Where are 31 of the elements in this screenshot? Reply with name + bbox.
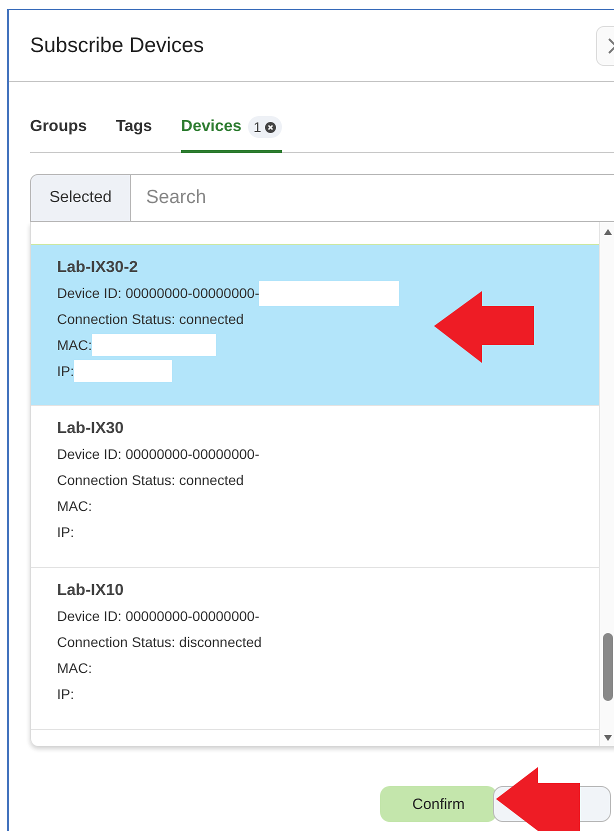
scroll-down-icon[interactable]	[603, 734, 613, 742]
device-detail: Connection Status: connected	[57, 311, 244, 327]
device-item[interactable]: Lab-IX30-2 Device ID: 00000000-00000000- Connection Status: connected MAC: IP:	[31, 244, 599, 406]
scrollbar[interactable]	[600, 222, 614, 746]
scroll-up-icon[interactable]	[603, 228, 613, 236]
device-detail: MAC:	[57, 660, 92, 676]
clear-icon[interactable]	[265, 122, 276, 132]
dialog-title: Subscribe Devices	[30, 34, 204, 58]
scroll-thumb[interactable]	[603, 633, 613, 701]
count-badge: 1	[248, 116, 282, 138]
confirm-button[interactable]: Confirm	[380, 786, 497, 822]
device-detail: IP:	[57, 363, 74, 379]
device-name: Lab-IX30-2	[57, 259, 139, 277]
device-name: Lab-IX30	[57, 420, 125, 438]
device-item[interactable]: Lab-IX30 Device ID: 00000000-00000000- Connection Status: connected MAC: IP:	[31, 406, 599, 568]
device-detail: Connection Status: disconnected	[57, 634, 262, 650]
tab[interactable]: Devices 1	[181, 104, 282, 153]
tab[interactable]: Tags	[116, 104, 152, 153]
device-detail: MAC:	[57, 498, 92, 514]
device-name: Lab-IX10	[57, 582, 125, 600]
device-detail: Device ID: 00000000-00000000-	[57, 446, 260, 462]
device-detail: Device ID: 00000000-00000000-	[57, 608, 260, 624]
device-detail: Device ID: 00000000-00000000-	[57, 285, 260, 301]
search-field[interactable]: Search	[131, 174, 614, 222]
device-detail: Connection Status: connected	[57, 472, 244, 488]
selected-toggle[interactable]: Selected	[30, 174, 131, 222]
tab[interactable]: Groups	[30, 104, 87, 153]
device-detail: MAC:	[57, 337, 92, 353]
device-item[interactable]: Lab-IX10 Device ID: 00000000-00000000- Connection Status: disconnected MAC: IP:	[31, 568, 599, 730]
device-detail: IP:	[57, 686, 74, 702]
device-detail: IP:	[57, 524, 74, 540]
